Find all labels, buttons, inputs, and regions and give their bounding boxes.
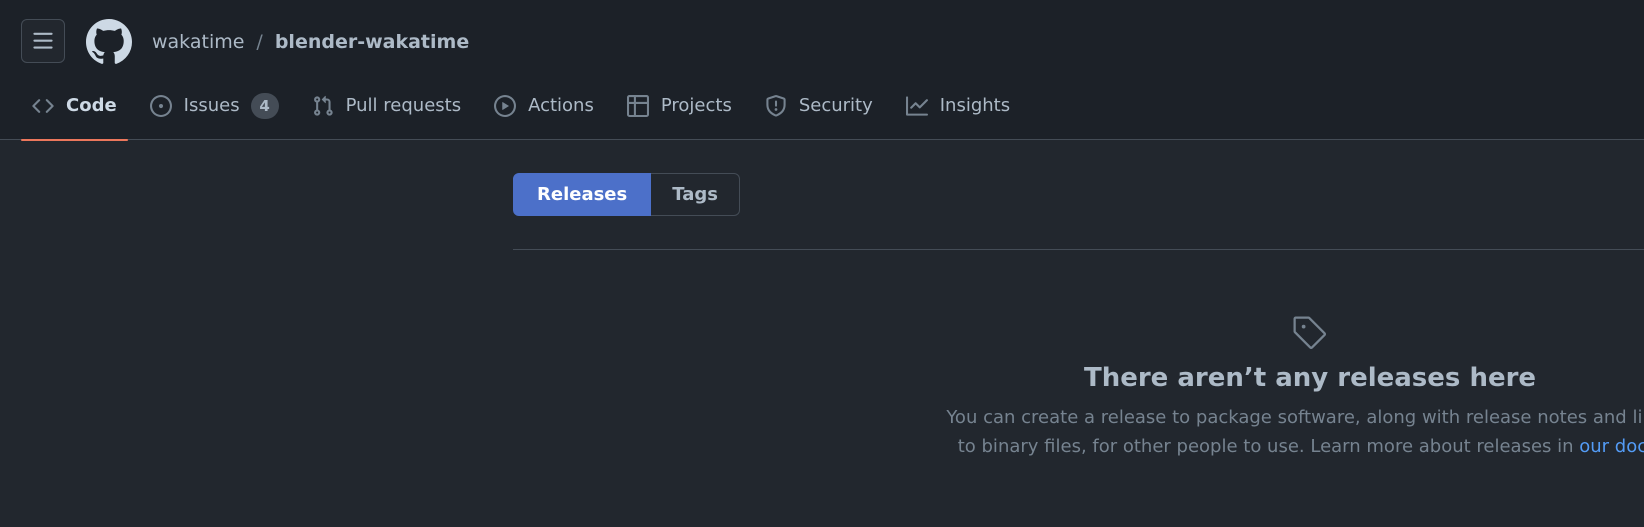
tab-code-label: Code: [66, 95, 117, 116]
tab-issues[interactable]: Issues 4: [139, 84, 290, 140]
breadcrumb-separator: /: [256, 31, 263, 53]
tab-security-label: Security: [798, 95, 873, 116]
tab-insights[interactable]: Insights: [895, 84, 1021, 140]
shield-icon: [765, 95, 787, 117]
tab-pull-requests[interactable]: Pull requests: [301, 84, 472, 140]
releases-button[interactable]: Releases: [513, 173, 652, 216]
breadcrumb: wakatime / blender-wakatime: [152, 30, 469, 54]
tab-projects-label: Projects: [660, 95, 732, 116]
empty-releases-blankslate: There aren’t any releases here You can c…: [940, 315, 1644, 461]
our-docs-link[interactable]: our docs: [1579, 436, 1644, 457]
tag-icon: [1293, 316, 1327, 350]
blankslate-title: There aren’t any releases here: [1083, 363, 1537, 393]
repo-nav: Code Issues 4 Pull requests Actions Proj…: [21, 84, 1032, 141]
tab-pull-requests-label: Pull requests: [345, 95, 462, 116]
breadcrumb-owner-link[interactable]: wakatime: [152, 30, 244, 54]
github-logo-icon[interactable]: [86, 19, 132, 65]
play-icon: [494, 95, 517, 117]
blankslate-description-text: You can create a release to package soft…: [946, 407, 1644, 457]
tab-issues-label: Issues: [183, 95, 240, 116]
issue-opened-icon: [149, 95, 172, 117]
tab-actions-label: Actions: [528, 95, 594, 116]
code-icon: [32, 95, 54, 117]
git-pull-request-icon: [312, 95, 334, 117]
tags-button[interactable]: Tags: [651, 173, 740, 216]
graph-icon: [905, 95, 928, 117]
releases-tags-subnav: Releases Tags: [513, 173, 740, 216]
breadcrumb-repo-link[interactable]: blender-wakatime: [275, 30, 469, 54]
tab-security[interactable]: Security: [754, 84, 884, 140]
tab-insights-label: Insights: [939, 95, 1011, 116]
table-icon: [626, 95, 649, 117]
menu-button[interactable]: [21, 19, 65, 63]
app-header: wakatime / blender-wakatime Code Issues …: [0, 0, 1644, 141]
blankslate-description: You can create a release to package soft…: [940, 403, 1644, 461]
tab-code[interactable]: Code: [21, 84, 128, 141]
content-divider: [513, 249, 1644, 250]
issues-count-badge: 4: [250, 93, 279, 119]
tab-projects[interactable]: Projects: [616, 84, 743, 140]
hamburger-icon: [33, 32, 53, 49]
tab-actions[interactable]: Actions: [483, 84, 605, 140]
